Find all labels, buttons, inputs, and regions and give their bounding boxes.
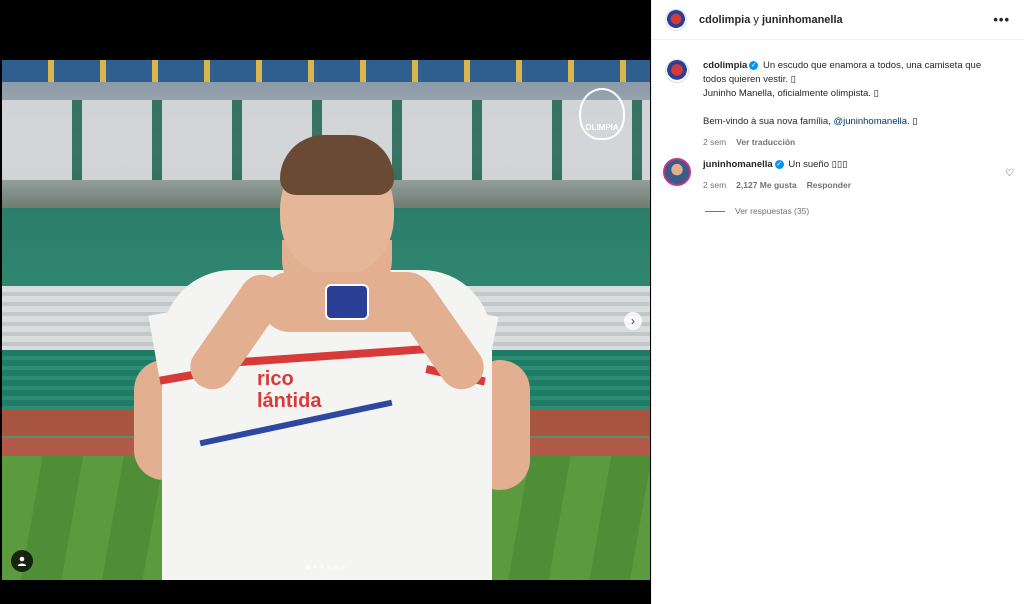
verified-badge-icon: ✓ bbox=[774, 159, 784, 169]
post-caption: cdolimpia ✓ Un escudo que enamora a todos… bbox=[665, 59, 1003, 149]
club-logo: OLIMPIA bbox=[579, 88, 625, 140]
carousel-dot bbox=[327, 565, 331, 569]
divider bbox=[705, 210, 725, 212]
post-authors: cdolimpia y juninhomanella bbox=[699, 13, 843, 26]
carousel-dot bbox=[313, 565, 317, 569]
collab-avatar[interactable] bbox=[665, 8, 687, 31]
post-photo[interactable]: rico lántida OLIMPIA bbox=[2, 60, 650, 580]
carousel-dot bbox=[341, 565, 345, 569]
jersey-crest bbox=[325, 284, 369, 320]
comment-meta: 2 sem 2,127 Me gusta Responder bbox=[703, 178, 1003, 192]
chevron-right-icon: › bbox=[631, 314, 635, 328]
comment-likes[interactable]: 2,127 Me gusta bbox=[736, 178, 796, 192]
carousel-dot bbox=[306, 565, 310, 569]
avatar[interactable] bbox=[663, 158, 691, 186]
mention-link[interactable]: @juninhomanella bbox=[833, 116, 907, 127]
post-media: rico lántida OLIMPIA › bbox=[0, 0, 651, 604]
author-link-juninhomanella[interactable]: juninhomanella bbox=[762, 14, 843, 26]
comment-item: juninhomanella ✓ Un sueño ▯▯▯ 2 sem 2,127… bbox=[663, 158, 1003, 192]
user-tag-button[interactable] bbox=[11, 550, 33, 572]
avatar[interactable] bbox=[665, 59, 689, 83]
post-header: cdolimpia y juninhomanella ••• bbox=[652, 0, 1024, 40]
author-link-cdolimpia[interactable]: cdolimpia bbox=[699, 14, 750, 26]
like-comment-button[interactable]: ♡ bbox=[1005, 168, 1014, 179]
heart-outline-icon: ♡ bbox=[1005, 168, 1014, 179]
see-translation-button[interactable]: Ver traducción bbox=[736, 135, 795, 149]
carousel-dot bbox=[320, 565, 324, 569]
caption-username[interactable]: cdolimpia bbox=[703, 60, 747, 71]
reply-button[interactable]: Responder bbox=[807, 178, 851, 192]
view-replies-button[interactable]: Ver respuestas (35) bbox=[705, 206, 809, 216]
carousel-dot bbox=[334, 565, 338, 569]
timestamp[interactable]: 2 sem bbox=[703, 135, 726, 149]
more-options-button[interactable]: ••• bbox=[993, 12, 1010, 27]
caption-text: cdolimpia ✓ Un escudo que enamora a todos… bbox=[703, 60, 982, 127]
jersey-sponsor: rico lántida bbox=[257, 368, 322, 412]
verified-badge-icon: ✓ bbox=[749, 60, 759, 70]
user-tag-icon bbox=[17, 556, 27, 566]
post-side-panel: cdolimpia y juninhomanella ••• cdolimpia… bbox=[651, 0, 1024, 604]
caption-meta: 2 sem Ver traducción bbox=[703, 135, 1003, 149]
timestamp[interactable]: 2 sem bbox=[703, 178, 726, 192]
carousel-indicator bbox=[306, 565, 345, 569]
comment-text: juninhomanella ✓ Un sueño ▯▯▯ bbox=[703, 159, 848, 170]
more-horizontal-icon: ••• bbox=[993, 12, 1010, 27]
carousel-next-button[interactable]: › bbox=[624, 312, 642, 330]
comment-username[interactable]: juninhomanella bbox=[703, 159, 773, 170]
